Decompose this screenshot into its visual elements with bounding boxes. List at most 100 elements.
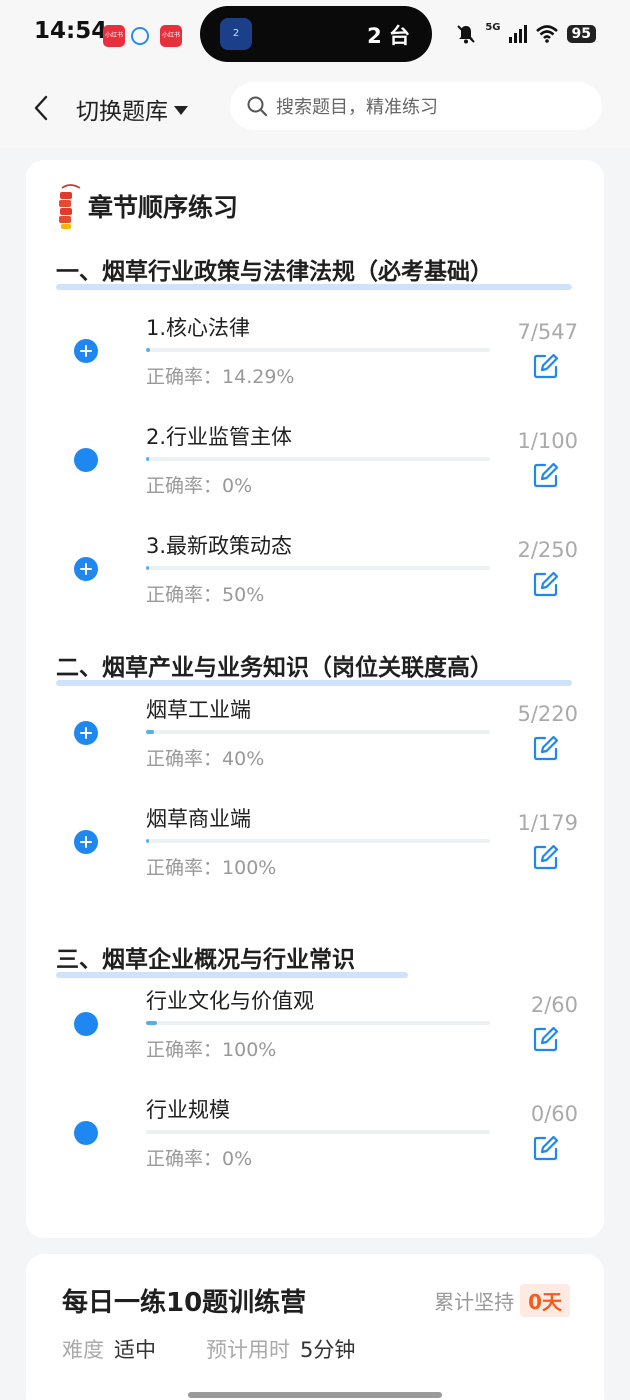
question-count: 0/60: [530, 1102, 578, 1126]
accuracy-label: 正确率：: [146, 857, 223, 879]
chapter-item[interactable]: 3.最新政策动态 正确率：50% 2/250: [26, 518, 604, 618]
chapter-item[interactable]: 烟草工业端正确率：40% 5/220: [26, 682, 604, 782]
chapter-name: 2.行业监管主体: [146, 425, 293, 449]
edit-practice-icon[interactable]: [532, 1134, 560, 1162]
chapter-progress-fill: [146, 839, 149, 843]
card-title: 章节顺序练习: [88, 193, 239, 222]
daily-meta-row: 难度 适中 预计用时 5分钟: [62, 1334, 355, 1364]
chapter-item[interactable]: 行业规模正确率：0% 0/60: [26, 1082, 604, 1182]
accuracy-value: 100%: [222, 857, 277, 879]
question-count: 7/547: [517, 320, 578, 344]
chapter-progress-fill: [146, 566, 149, 570]
bullet-dot-icon[interactable]: [74, 448, 98, 472]
streak-days-badge: 0天: [520, 1284, 570, 1317]
chapter-progress-bar: [146, 1130, 490, 1134]
switch-question-bank-button[interactable]: 切换题库: [76, 92, 188, 126]
chapter-progress-bar: [146, 730, 490, 734]
xiaohongshu-app-icon: 小红书: [103, 25, 125, 47]
edit-practice-icon[interactable]: [532, 1025, 560, 1053]
question-count: 1/100: [517, 429, 578, 453]
chapter-progress-fill: [146, 1021, 158, 1025]
edit-practice-icon[interactable]: [532, 461, 560, 489]
accuracy-text: 正确率：100%: [146, 1035, 276, 1062]
chapter-name: 烟草工业端: [146, 698, 251, 722]
status-time: 14:54: [34, 18, 108, 44]
question-count: 1/179: [517, 811, 578, 835]
chapter-item[interactable]: 1.核心法律 正确率：14.29% 7/547: [26, 300, 604, 400]
accuracy-text: 正确率：14.29%: [146, 362, 294, 389]
accuracy-value: 0%: [222, 1148, 253, 1170]
section-heading-text: 二、烟草产业与业务知识（岗位关联度高）: [56, 655, 493, 681]
top-nav: 切换题库 搜索题目，精准练习: [0, 68, 630, 148]
accuracy-value: 100%: [222, 1039, 277, 1061]
cast-app-icon: 2: [220, 18, 252, 50]
status-icons: 5G 95: [455, 22, 596, 46]
battery-indicator: 95: [566, 25, 596, 43]
island-device-count: 2 台: [367, 24, 410, 48]
section-heading-1: 一、烟草行业政策与法律法规（必考基础）: [56, 252, 572, 290]
accuracy-text: 正确率：40%: [146, 744, 264, 771]
chapter-progress-bar: [146, 348, 490, 352]
status-bar: 14:54 小红书 小红书 2 2 台 5G 95: [0, 0, 630, 68]
chat-app-icon: [131, 27, 149, 45]
chapter-progress-bar: [146, 566, 490, 570]
accuracy-label: 正确率：: [146, 584, 223, 606]
daily-practice-card[interactable]: 每日一练10题训练营 累计坚持 0天 难度 适中 预计用时 5分钟: [26, 1254, 604, 1400]
chapter-progress-fill: [146, 348, 151, 352]
dynamic-island[interactable]: 2 2 台: [200, 6, 432, 62]
search-bar[interactable]: 搜索题目，精准练习: [230, 82, 602, 130]
section-heading-2: 二、烟草产业与业务知识（岗位关联度高）: [56, 648, 572, 686]
card-header: 章节顺序练习: [56, 182, 238, 230]
expand-plus-icon[interactable]: [74, 557, 98, 581]
search-icon: [247, 96, 268, 117]
expand-plus-icon[interactable]: [74, 721, 98, 745]
chapter-progress-bar: [146, 457, 490, 461]
chapter-progress-fill: [146, 730, 154, 734]
chapter-name: 行业文化与价值观: [146, 989, 314, 1013]
signal-icon: [508, 25, 527, 43]
bullet-dot-icon[interactable]: [74, 1012, 98, 1036]
expand-plus-icon[interactable]: [74, 830, 98, 854]
chevron-left-icon: [34, 95, 48, 121]
edit-practice-icon[interactable]: [532, 570, 560, 598]
accuracy-label: 正确率：: [146, 1039, 223, 1061]
edit-practice-icon[interactable]: [532, 352, 560, 380]
difficulty-value: 适中: [114, 1338, 156, 1362]
accuracy-label: 正确率：: [146, 748, 223, 770]
chapter-progress-bar: [146, 839, 490, 843]
accuracy-text: 正确率：50%: [146, 580, 264, 607]
home-indicator[interactable]: [188, 1392, 442, 1398]
chapter-item[interactable]: 行业文化与价值观 正确率：100% 2/60: [26, 973, 604, 1073]
back-button[interactable]: [26, 90, 56, 126]
expand-plus-icon[interactable]: [74, 339, 98, 363]
accuracy-text: 正确率：0%: [146, 471, 252, 498]
section-heading-3: 三、烟草企业概况与行业常识: [56, 940, 408, 978]
accuracy-value: 0%: [222, 475, 253, 497]
chapter-item[interactable]: 烟草商业端 正确率：100% 1/179: [26, 791, 604, 891]
streak-indicator: 累计坚持 0天: [434, 1284, 570, 1317]
section-heading-text: 三、烟草企业概况与行业常识: [56, 947, 355, 973]
estimated-time-value: 5分钟: [300, 1338, 356, 1362]
edit-practice-icon[interactable]: [532, 734, 560, 762]
accuracy-label: 正确率：: [146, 366, 223, 388]
chapter-practice-card: 章节顺序练习 一、烟草行业政策与法律法规（必考基础） 1.核心法律 正确率：14.2…: [26, 160, 604, 1238]
daily-practice-title: 每日一练10题训练营: [62, 1288, 307, 1318]
accuracy-text: 正确率：100%: [146, 853, 276, 880]
accuracy-label: 正确率：: [146, 475, 223, 497]
accuracy-value: 40%: [222, 748, 265, 770]
bullet-dot-icon[interactable]: [74, 1121, 98, 1145]
question-count: 5/220: [517, 702, 578, 726]
edit-practice-icon[interactable]: [532, 843, 560, 871]
chapter-name: 行业规模: [146, 1098, 230, 1122]
chapter-item[interactable]: 2.行业监管主体 正确率：0% 1/100: [26, 409, 604, 509]
accuracy-label: 正确率：: [146, 1148, 223, 1170]
xiaohongshu-app-icon-2: 小红书: [160, 25, 182, 47]
question-count: 2/60: [530, 993, 578, 1017]
streak-label: 累计坚持: [434, 1290, 515, 1314]
chapter-name: 3.最新政策动态: [146, 534, 293, 558]
firecracker-icon: [59, 184, 81, 229]
section-heading-text: 一、烟草行业政策与法律法规（必考基础）: [56, 259, 493, 285]
wifi-icon: [535, 25, 558, 43]
chapter-progress-bar: [146, 1021, 490, 1025]
switch-bank-label: 切换题库: [76, 99, 168, 125]
